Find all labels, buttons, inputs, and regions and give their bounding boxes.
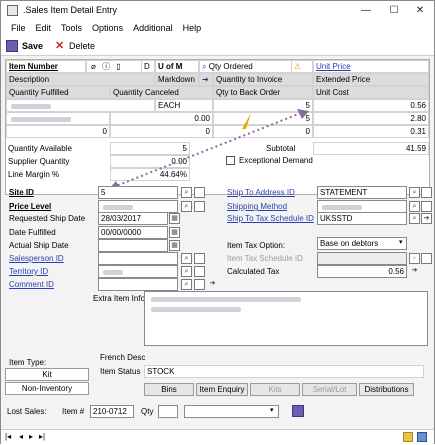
extra-info-textarea[interactable]: [144, 291, 428, 346]
note-icon[interactable]: [403, 432, 413, 442]
ship-to-address-label[interactable]: Ship To Address ID: [227, 188, 295, 198]
site-lookup-icon[interactable]: ⌕: [181, 187, 192, 198]
nav-prev-icon[interactable]: ◂: [19, 432, 23, 441]
territory-input[interactable]: [98, 265, 178, 278]
item-tax-schedule-input: [317, 252, 407, 265]
redacted-text: [151, 307, 241, 312]
save-icon[interactable]: [292, 405, 304, 417]
kit-option[interactable]: Kit: [5, 368, 89, 381]
nav-first-icon[interactable]: |◂: [5, 432, 11, 441]
lost-sales-label: Lost Sales:: [7, 407, 47, 416]
redacted-text: [103, 270, 123, 275]
site-id-label[interactable]: Site ID: [9, 188, 34, 198]
item-tax-option-label: Item Tax Option:: [227, 241, 286, 250]
chevron-down-icon[interactable]: ▾: [399, 238, 403, 246]
item-enquiry-button[interactable]: Item Enquiry: [196, 383, 248, 396]
comment-input[interactable]: [98, 278, 178, 291]
price-level-lookup-icon[interactable]: ⌕: [181, 201, 192, 212]
redacted-text: [103, 205, 133, 210]
calculated-tax-arrow-icon[interactable]: ➔: [409, 266, 420, 277]
actual-ship-label: Actual Ship Date: [9, 241, 69, 250]
comment-arrow-icon[interactable]: ➔: [207, 279, 218, 290]
calendar-icon[interactable]: ▦: [169, 240, 180, 251]
nav-next-icon[interactable]: ▸: [29, 432, 33, 441]
kits-button: Kits: [250, 383, 300, 396]
ship-to-tax-label[interactable]: Ship To Tax Schedule ID: [227, 214, 314, 224]
comment-label[interactable]: Comment ID: [9, 280, 54, 290]
qty-input[interactable]: [158, 405, 178, 418]
territory-label[interactable]: Territory ID: [9, 267, 48, 277]
calendar-icon[interactable]: ▦: [169, 227, 180, 238]
qty-label: Qty: [141, 407, 154, 416]
actual-ship-input[interactable]: [98, 239, 168, 252]
item-tax-option-select[interactable]: Base on debtors: [317, 237, 407, 250]
french-desc-label: French Desc: [100, 353, 146, 362]
calculated-tax-label: Calculated Tax: [227, 267, 280, 276]
price-level-label[interactable]: Price Level: [9, 202, 51, 212]
comment-note-icon[interactable]: [194, 279, 205, 290]
ship-to-address-lookup-icon[interactable]: ⌕: [409, 187, 420, 198]
date-fulfilled-label: Date Fulfilled: [9, 228, 56, 237]
nav-last-icon[interactable]: ▸|: [39, 432, 45, 441]
comment-lookup-icon[interactable]: ⌕: [181, 279, 192, 290]
non-inventory-option[interactable]: Non-Inventory: [5, 382, 89, 395]
item-tax-schedule-note-icon: [421, 253, 432, 264]
bins-button[interactable]: Bins: [144, 383, 194, 396]
territory-note-icon[interactable]: [194, 266, 205, 277]
ship-to-address-input[interactable]: STATEMENT: [317, 186, 407, 199]
price-level-note-icon[interactable]: [194, 201, 205, 212]
item-tax-schedule-lookup-icon: ⌕: [409, 253, 420, 264]
window: .Sales Item Detail Entry — ☐ ✕ File Edit T…: [0, 0, 435, 444]
item-hash-label: Item #: [62, 407, 85, 416]
site-note-icon[interactable]: [194, 187, 205, 198]
date-fulfilled-input[interactable]: 00/00/0000: [98, 226, 168, 239]
lost-sales-reason-select[interactable]: [184, 405, 279, 418]
shipping-method-label[interactable]: Shipping Method: [227, 202, 287, 212]
item-status-label: Item Status: [100, 367, 141, 376]
item-status-value: STOCK: [144, 365, 424, 378]
calendar-icon[interactable]: ▦: [169, 213, 180, 224]
ship-to-address-note-icon[interactable]: [421, 187, 432, 198]
salesperson-lookup-icon[interactable]: ⌕: [181, 253, 192, 264]
requested-ship-label: Requested Ship Date: [9, 214, 86, 223]
requested-ship-input[interactable]: 28/03/2017: [98, 212, 168, 225]
ship-to-tax-input[interactable]: UKSSTD: [317, 212, 407, 225]
site-id-input[interactable]: 5: [98, 186, 178, 199]
serial-lot-button: Serial/Lot: [302, 383, 357, 396]
distributions-button[interactable]: Distributions: [359, 383, 414, 396]
item-hash-input[interactable]: 210-0712: [90, 405, 134, 418]
shipping-method-lookup-icon[interactable]: ⌕: [409, 201, 420, 212]
extra-info-label: Extra Item Info: [93, 294, 146, 303]
redacted-text: [151, 297, 301, 302]
status-bar: |◂ ◂ ▸ ▸|: [1, 429, 434, 444]
shipping-method-note-icon[interactable]: [421, 201, 432, 212]
ship-to-tax-arrow-icon[interactable]: ➔: [421, 213, 432, 224]
salesperson-note-icon[interactable]: [194, 253, 205, 264]
calculated-tax-input[interactable]: 0.56: [317, 265, 407, 278]
help-icon[interactable]: [417, 432, 427, 442]
salesperson-label[interactable]: Salesperson ID: [9, 254, 64, 264]
item-type-label: Item Type:: [9, 358, 47, 367]
territory-lookup-icon[interactable]: ⌕: [181, 266, 192, 277]
chevron-down-icon[interactable]: ▾: [270, 406, 274, 414]
redacted-text: [322, 205, 362, 210]
item-tax-schedule-label: Item Tax Schedule ID: [227, 254, 303, 263]
salesperson-input[interactable]: [98, 252, 178, 265]
ship-to-tax-lookup-icon[interactable]: ⌕: [409, 213, 420, 224]
